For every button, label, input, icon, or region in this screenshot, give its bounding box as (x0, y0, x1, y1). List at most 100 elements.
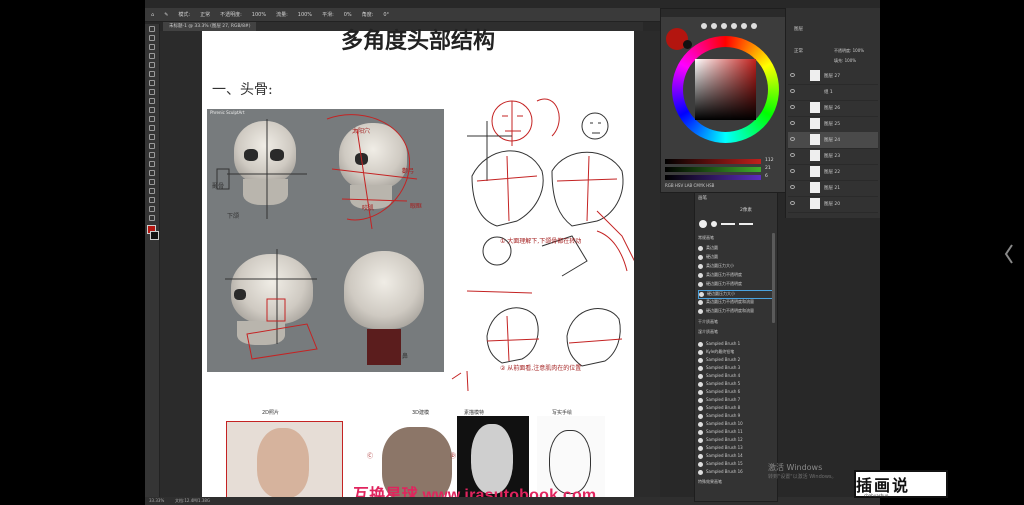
eraser-tool-icon[interactable] (149, 125, 155, 131)
layers-panel: 图层 正常 不透明度: 100% 填充: 100% 图层 27 组 1 图层 2… (785, 8, 880, 218)
slider-green[interactable] (665, 167, 761, 172)
brush-item[interactable]: Sampled Brush 2 (698, 357, 772, 364)
layer-row-selected[interactable]: 图层 24 (788, 132, 878, 149)
option-flow-value[interactable]: 100% (298, 12, 312, 18)
marquee-tool-icon[interactable] (149, 35, 155, 41)
layer-row[interactable]: 图层 27 (788, 68, 878, 85)
path-select-tool-icon[interactable] (149, 179, 155, 185)
brush-item[interactable]: 硬边圆压力不透明度和流量 (698, 308, 772, 315)
brush-tool-icon[interactable] (149, 98, 155, 104)
brush-item[interactable]: Sampled Brush 6 (698, 389, 772, 396)
healing-tool-icon[interactable] (149, 89, 155, 95)
brush-panel-title: 画笔 (698, 196, 707, 201)
pen-tool-icon[interactable] (149, 161, 155, 167)
visibility-eye-icon[interactable] (790, 121, 795, 125)
document-canvas[interactable]: 多角度头部结构 一、头骨: Phrenic SculptArt ① 大面理解下,… (202, 31, 634, 505)
slider-red[interactable] (665, 159, 761, 164)
magic-wand-tool-icon[interactable] (149, 53, 155, 59)
option-angle-value[interactable]: 0° (383, 12, 389, 18)
eyedropper-tool-icon[interactable] (149, 80, 155, 86)
document-tab[interactable]: 未标题-1 @ 33.3% (图层 27, RGB/8#) (163, 22, 257, 31)
brush-item[interactable]: 柔边圆压力大小 (698, 263, 772, 270)
layer-row[interactable]: 图层 23 (788, 148, 878, 165)
visibility-eye-icon[interactable] (790, 137, 795, 141)
gradient-tool-icon[interactable] (149, 134, 155, 140)
option-smoothing-value[interactable]: 0% (344, 12, 352, 18)
brush-item[interactable]: Sampled Brush 12 (698, 437, 772, 444)
canvas-area[interactable]: 多角度头部结构 一、头骨: Phrenic SculptArt ① 大面理解下,… (160, 31, 660, 505)
brush-size-value[interactable]: 2像素 (740, 207, 752, 213)
brush-item[interactable]: Sampled Brush 8 (698, 405, 772, 412)
visibility-eye-icon[interactable] (790, 105, 795, 109)
brush-scrollbar[interactable] (772, 233, 775, 323)
move-tool-icon[interactable] (149, 26, 155, 32)
brush-group-wet[interactable]: 湿介质画笔 (698, 329, 772, 336)
dodge-tool-icon[interactable] (149, 152, 155, 158)
layer-group-row[interactable]: 组 1 (788, 84, 878, 101)
visibility-eye-icon[interactable] (790, 201, 795, 205)
slider-red-value[interactable]: 112 (765, 158, 774, 163)
slider-blue-value[interactable]: 6 (765, 174, 768, 179)
visibility-eye-icon[interactable] (790, 185, 795, 189)
hand-tool-icon[interactable] (149, 197, 155, 203)
layer-row[interactable]: 图层 21 (788, 180, 878, 197)
brush-item[interactable]: Sampled Brush 11 (698, 429, 772, 436)
brush-item[interactable]: 硬边圆 (698, 254, 772, 261)
zoom-readout[interactable]: 33.33% (149, 498, 164, 503)
brush-item[interactable]: Sampled Brush 13 (698, 445, 772, 452)
visibility-eye-icon[interactable] (790, 169, 795, 173)
option-opacity-value[interactable]: 100% (252, 12, 266, 18)
type-tool-icon[interactable] (149, 170, 155, 176)
layers-opacity[interactable]: 不透明度: 100% (834, 48, 864, 54)
brush-item[interactable]: Sampled Brush 9 (698, 413, 772, 420)
brush-item[interactable]: Sampled Brush 10 (698, 421, 772, 428)
layer-row[interactable]: 图层 25 (788, 116, 878, 133)
brush-group-dry[interactable]: 干介质画笔 (698, 319, 772, 326)
layers-blend-mode[interactable]: 正常 (794, 48, 803, 54)
option-mode-value[interactable]: 正常 (200, 11, 210, 18)
brush-item[interactable]: 硬边圆压力不透明度 (698, 281, 772, 288)
brush-item[interactable]: Sampled Brush 4 (698, 373, 772, 380)
brush-item[interactable]: Sampled Brush 1 (698, 341, 772, 348)
chevron-left-icon[interactable] (1004, 243, 1014, 265)
brush-item[interactable]: Sampled Brush 16 (698, 469, 772, 476)
hue-ring[interactable] (672, 36, 779, 143)
brush-item[interactable]: 柔边圆压力不透明度 (698, 272, 772, 279)
layer-row[interactable]: 图层 26 (788, 100, 878, 117)
crop-tool-icon[interactable] (149, 62, 155, 68)
brush-item[interactable]: Sampled Brush 15 (698, 461, 772, 468)
brush-item[interactable]: Kyle的最终铅笔 (698, 349, 772, 356)
layer-row[interactable]: 图层 20 (788, 196, 878, 213)
brush-item[interactable]: Sampled Brush 5 (698, 381, 772, 388)
brush-group-special[interactable]: 特殊效果画笔 (698, 479, 772, 486)
stamp-tool-icon[interactable] (149, 107, 155, 113)
lasso-tool-icon[interactable] (149, 44, 155, 50)
brush-item[interactable]: 柔边圆 (698, 245, 772, 252)
history-brush-tool-icon[interactable] (149, 116, 155, 122)
shape-tool-icon[interactable] (149, 188, 155, 194)
brush-tool-icon[interactable]: ✎ (164, 12, 168, 18)
brush-item-selected[interactable]: 硬边圆压力大小 (698, 290, 774, 299)
slider-blue[interactable] (665, 175, 761, 180)
brush-item[interactable]: Sampled Brush 14 (698, 453, 772, 460)
note-front-muscle: ② 从前面看,注意肌肉在的位置 (500, 365, 582, 372)
color-mode-tabs[interactable]: RGB HSV LAB CMYK HSB (665, 183, 714, 188)
layers-fill[interactable]: 填充: 100% (834, 58, 856, 64)
layers-panel-title[interactable]: 图层 (794, 26, 803, 32)
zoom-tool-icon[interactable] (149, 206, 155, 212)
background-color-swatch[interactable] (150, 231, 159, 240)
slider-green-value[interactable]: 21 (765, 166, 771, 171)
brush-group-general[interactable]: 常规画笔 (698, 235, 772, 242)
saturation-value-square[interactable] (695, 59, 756, 120)
brush-item[interactable]: 柔边圆压力不透明度和流量 (698, 299, 772, 306)
visibility-eye-icon[interactable] (790, 73, 795, 77)
home-icon[interactable]: ⌂ (151, 12, 154, 18)
brush-item[interactable]: Sampled Brush 7 (698, 397, 772, 404)
frame-tool-icon[interactable] (149, 71, 155, 77)
visibility-eye-icon[interactable] (790, 153, 795, 157)
visibility-eye-icon[interactable] (790, 89, 795, 93)
brush-item[interactable]: Sampled Brush 3 (698, 365, 772, 372)
more-tools-icon[interactable] (149, 215, 155, 221)
blur-tool-icon[interactable] (149, 143, 155, 149)
layer-row[interactable]: 图层 22 (788, 164, 878, 181)
